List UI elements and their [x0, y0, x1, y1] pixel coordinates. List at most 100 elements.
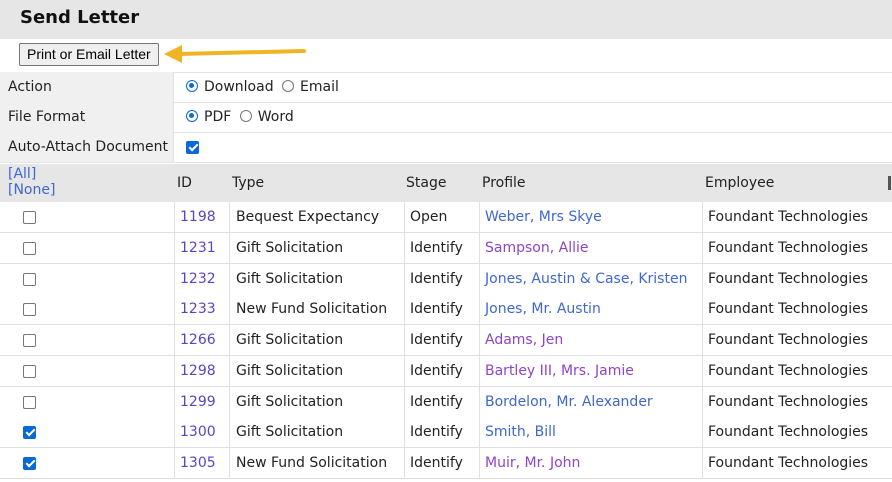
- page-title: Send Letter: [20, 7, 140, 28]
- auto-attach-value: [186, 132, 199, 162]
- row-id-link[interactable]: 1231: [180, 233, 216, 263]
- table-row: 1233 New Fund Solicitation Identify Jones, …: [0, 294, 892, 325]
- row-employee: Foundant Technologies: [708, 240, 869, 256]
- row-employee: Foundant Technologies: [708, 363, 869, 379]
- select-all-link[interactable]: [All]: [8, 166, 55, 182]
- row-stage: Identify: [410, 394, 463, 410]
- file-format-label: File Format: [0, 102, 174, 132]
- table-row: 1298 Gift Solicitation Identify Bartley III…: [0, 356, 892, 387]
- row-stage: Identify: [410, 301, 463, 317]
- pdf-label[interactable]: PDF: [204, 109, 231, 125]
- row-id-link[interactable]: 1300: [180, 417, 216, 447]
- column-header-type[interactable]: Type: [232, 164, 264, 202]
- row-employee: Foundant Technologies: [708, 455, 869, 471]
- row-profile-link[interactable]: Adams, Jen: [485, 325, 563, 355]
- row-profile-link[interactable]: Bordelon, Mr. Alexander: [485, 387, 653, 417]
- row-type: New Fund Solicitation: [236, 455, 388, 471]
- pdf-radio[interactable]: [186, 110, 198, 122]
- row-employee: Foundant Technologies: [708, 394, 869, 410]
- row-profile-link[interactable]: Bartley III, Mrs. Jamie: [485, 356, 634, 386]
- row-select-cell: [23, 233, 36, 263]
- row-stage: Identify: [410, 240, 463, 256]
- word-radio[interactable]: [239, 110, 252, 122]
- row-select-checkbox[interactable]: [23, 333, 36, 347]
- row-id-link[interactable]: 1232: [180, 264, 216, 294]
- column-header-overflow: [888, 176, 891, 190]
- row-select-cell: [23, 202, 36, 232]
- row-type: Gift Solicitation: [236, 363, 344, 379]
- table-row: 1198 Bequest Expectancy Open Weber, Mrs Sky…: [0, 202, 892, 233]
- column-header-id[interactable]: ID: [177, 164, 192, 202]
- auto-attach-label: Auto-Attach Document: [0, 132, 174, 162]
- row-profile-link[interactable]: Muir, Mr. John: [485, 448, 580, 478]
- table-row: 1266 Gift Solicitation Identify Adams, Jen F…: [0, 325, 892, 356]
- row-id-link[interactable]: 1266: [180, 325, 216, 355]
- table-row: 1232 Gift Solicitation Identify Jones, Aust…: [0, 264, 892, 295]
- file-format-options: PDF Word: [175, 102, 294, 132]
- page-header: Send Letter: [0, 0, 892, 39]
- row-select-checkbox[interactable]: [23, 364, 36, 378]
- row-select-checkbox[interactable]: [23, 272, 36, 286]
- row-employee: Foundant Technologies: [708, 209, 869, 225]
- row-stage: Open: [410, 209, 448, 225]
- row-profile-link[interactable]: Jones, Austin & Case, Kristen: [485, 264, 687, 294]
- row-id-link[interactable]: 1198: [180, 202, 216, 232]
- word-label[interactable]: Word: [258, 109, 294, 125]
- table-row: 1300 Gift Solicitation Identify Smith, Bill…: [0, 417, 892, 448]
- row-stage: Identify: [410, 332, 463, 348]
- select-none-link[interactable]: [None]: [8, 182, 55, 198]
- table-row: 1231 Gift Solicitation Identify Sampson, Al…: [0, 233, 892, 264]
- row-select-cell: [23, 325, 36, 355]
- column-header-profile[interactable]: Profile: [482, 164, 526, 202]
- download-radio[interactable]: [186, 80, 198, 92]
- print-email-letter-button[interactable]: Print or Email Letter: [19, 43, 159, 66]
- row-profile-link[interactable]: Sampson, Allie: [485, 233, 588, 263]
- row-select-checkbox[interactable]: [23, 456, 36, 470]
- email-label[interactable]: Email: [300, 79, 339, 95]
- row-type: Gift Solicitation: [236, 332, 344, 348]
- row-employee: Foundant Technologies: [708, 301, 869, 317]
- row-select-checkbox[interactable]: [23, 395, 36, 409]
- row-id-link[interactable]: 1299: [180, 387, 216, 417]
- action-row: Action Download Email: [0, 72, 892, 103]
- row-id-link[interactable]: 1298: [180, 356, 216, 386]
- row-type: Gift Solicitation: [236, 394, 344, 410]
- row-employee: Foundant Technologies: [708, 424, 869, 440]
- file-format-row: File Format PDF Word: [0, 102, 892, 133]
- row-select-cell: [23, 417, 36, 447]
- row-select-checkbox[interactable]: [23, 210, 36, 224]
- row-select-cell: [23, 356, 36, 386]
- row-stage: Identify: [410, 455, 463, 471]
- row-stage: Identify: [410, 424, 463, 440]
- download-label[interactable]: Download: [204, 79, 274, 95]
- row-select-checkbox[interactable]: [23, 302, 36, 316]
- row-select-cell: [23, 448, 36, 478]
- row-id-link[interactable]: 1305: [180, 448, 216, 478]
- row-select-checkbox[interactable]: [23, 241, 36, 255]
- select-links: [All] [None]: [8, 166, 55, 198]
- row-select-checkbox[interactable]: [23, 425, 36, 439]
- action-options: Download Email: [175, 72, 339, 102]
- column-header-stage[interactable]: Stage: [406, 164, 446, 202]
- email-radio[interactable]: [282, 80, 295, 92]
- row-stage: Identify: [410, 271, 463, 287]
- row-type: Gift Solicitation: [236, 271, 344, 287]
- table-row: 1305 New Fund Solicitation Identify Muir, M…: [0, 448, 892, 479]
- auto-attach-checkbox[interactable]: [186, 140, 199, 154]
- column-header-employee[interactable]: Employee: [705, 164, 774, 202]
- row-profile-link[interactable]: Smith, Bill: [485, 417, 556, 447]
- toolbar: Print or Email Letter: [0, 39, 892, 73]
- row-select-cell: [23, 264, 36, 294]
- row-profile-link[interactable]: Jones, Mr. Austin: [485, 294, 601, 324]
- row-type: Gift Solicitation: [236, 424, 344, 440]
- auto-attach-row: Auto-Attach Document: [0, 132, 892, 163]
- row-type: New Fund Solicitation: [236, 301, 388, 317]
- table-row: 1299 Gift Solicitation Identify Bordelon, M…: [0, 387, 892, 418]
- arrow-left-icon: [164, 45, 306, 63]
- action-label: Action: [0, 72, 174, 102]
- row-id-link[interactable]: 1233: [180, 294, 216, 324]
- row-stage: Identify: [410, 363, 463, 379]
- row-select-cell: [23, 387, 36, 417]
- row-select-cell: [23, 294, 36, 324]
- row-profile-link[interactable]: Weber, Mrs Skye: [485, 202, 602, 232]
